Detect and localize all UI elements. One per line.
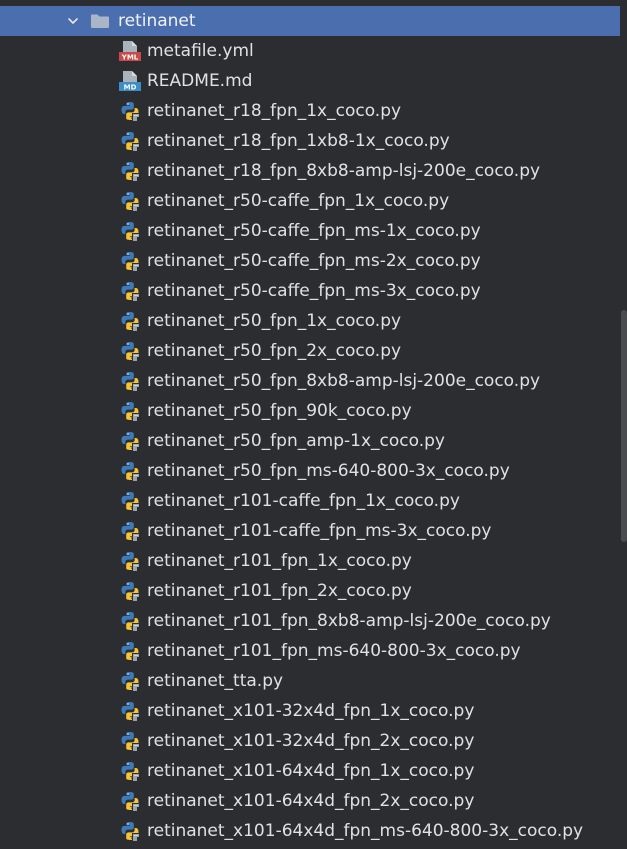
file-row[interactable]: retinanet_r50_fpn_1x_coco.py xyxy=(0,306,620,336)
python-file-icon xyxy=(119,220,141,242)
python-file-icon xyxy=(119,790,141,812)
python-file-icon xyxy=(119,340,141,362)
python-file-icon xyxy=(119,520,141,542)
file-label: retinanet_r101-caffe_fpn_1x_coco.py xyxy=(147,491,460,511)
file-label: retinanet_r50_fpn_ms-640-800-3x_coco.py xyxy=(147,461,510,481)
python-file-icon xyxy=(119,700,141,722)
folder-icon xyxy=(90,13,110,29)
file-row[interactable]: YML metafile.yml xyxy=(0,36,620,66)
python-file-icon xyxy=(119,580,141,602)
python-file-icon xyxy=(119,760,141,782)
python-file-icon xyxy=(119,370,141,392)
file-row[interactable]: retinanet_x101-64x4d_fpn_ms-640-800-3x_c… xyxy=(0,816,620,846)
file-label: retinanet_r18_fpn_1xb8-1x_coco.py xyxy=(147,131,450,151)
scrollbar-thumb[interactable] xyxy=(621,310,627,542)
svg-text:MD: MD xyxy=(124,84,137,92)
file-row[interactable]: retinanet_r101_fpn_1x_coco.py xyxy=(0,546,620,576)
python-file-icon xyxy=(119,610,141,632)
file-row[interactable]: retinanet_r50_fpn_8xb8-amp-lsj-200e_coco… xyxy=(0,366,620,396)
file-row[interactable]: retinanet_x101-32x4d_fpn_2x_coco.py xyxy=(0,726,620,756)
python-file-icon xyxy=(119,430,141,452)
file-label: metafile.yml xyxy=(147,41,254,61)
file-row[interactable]: retinanet_r50-caffe_fpn_ms-2x_coco.py xyxy=(0,246,620,276)
svg-text:YML: YML xyxy=(121,54,139,62)
file-label: retinanet_x101-64x4d_fpn_2x_coco.py xyxy=(147,791,475,811)
file-row[interactable]: retinanet_r18_fpn_1x_coco.py xyxy=(0,96,620,126)
file-row[interactable]: retinanet_tta.py xyxy=(0,666,620,696)
file-row[interactable]: retinanet_r50-caffe_fpn_ms-3x_coco.py xyxy=(0,276,620,306)
python-file-icon xyxy=(119,730,141,752)
python-file-icon xyxy=(119,640,141,662)
python-file-icon xyxy=(119,310,141,332)
markdown-file-icon: MD xyxy=(119,70,141,92)
file-row[interactable]: retinanet_r18_fpn_8xb8-amp-lsj-200e_coco… xyxy=(0,156,620,186)
file-row[interactable]: retinanet_r50_fpn_2x_coco.py xyxy=(0,336,620,366)
file-row[interactable]: retinanet_x101-64x4d_fpn_2x_coco.py xyxy=(0,786,620,816)
python-file-icon xyxy=(119,820,141,842)
file-row[interactable]: retinanet_r50_fpn_90k_coco.py xyxy=(0,396,620,426)
file-label: retinanet_x101-64x4d_fpn_ms-640-800-3x_c… xyxy=(147,821,584,841)
file-label: retinanet_x101-64x4d_fpn_1x_coco.py xyxy=(147,761,475,781)
file-label: retinanet_r101_fpn_ms-640-800-3x_coco.py xyxy=(147,641,521,661)
file-label: retinanet_x101-32x4d_fpn_2x_coco.py xyxy=(147,731,475,751)
file-label: retinanet_r50-caffe_fpn_ms-3x_coco.py xyxy=(147,281,481,301)
python-file-icon xyxy=(119,490,141,512)
file-row[interactable]: retinanet_r101_fpn_2x_coco.py xyxy=(0,576,620,606)
folder-row-retinanet[interactable]: retinanet xyxy=(0,6,620,36)
file-row[interactable]: retinanet_r50_fpn_amp-1x_coco.py xyxy=(0,426,620,456)
file-row[interactable]: retinanet_r101-caffe_fpn_1x_coco.py xyxy=(0,486,620,516)
file-label: retinanet_r50_fpn_90k_coco.py xyxy=(147,401,412,421)
file-row[interactable]: MD README.md xyxy=(0,66,620,96)
file-row[interactable]: retinanet_r101_fpn_ms-640-800-3x_coco.py xyxy=(0,636,620,666)
file-label: retinanet_r101-caffe_fpn_ms-3x_coco.py xyxy=(147,521,492,541)
file-label: retinanet_r50_fpn_amp-1x_coco.py xyxy=(147,431,445,451)
file-label: retinanet_r50_fpn_8xb8-amp-lsj-200e_coco… xyxy=(147,371,541,391)
file-label: retinanet_r50_fpn_2x_coco.py xyxy=(147,341,402,361)
file-label: retinanet_r101_fpn_2x_coco.py xyxy=(147,581,412,601)
file-row[interactable]: retinanet_r50-caffe_fpn_1x_coco.py xyxy=(0,186,620,216)
project-tree: retinanet YML metafile.yml MD README.md reti… xyxy=(0,0,627,849)
file-label: retinanet_r101_fpn_8xb8-amp-lsj-200e_coc… xyxy=(147,611,551,631)
python-file-icon xyxy=(119,460,141,482)
python-file-icon xyxy=(119,400,141,422)
file-label: README.md xyxy=(147,71,253,91)
folder-label: retinanet xyxy=(118,11,196,31)
file-row[interactable]: retinanet_r50-caffe_fpn_ms-1x_coco.py xyxy=(0,216,620,246)
python-file-icon xyxy=(119,130,141,152)
file-row[interactable]: retinanet_r18_fpn_1xb8-1x_coco.py xyxy=(0,126,620,156)
chevron-down-icon[interactable] xyxy=(66,14,80,28)
file-row[interactable]: retinanet_x101-32x4d_fpn_1x_coco.py xyxy=(0,696,620,726)
file-label: retinanet_r50-caffe_fpn_ms-2x_coco.py xyxy=(147,251,481,271)
python-file-icon xyxy=(119,190,141,212)
python-file-icon xyxy=(119,160,141,182)
yml-file-icon: YML xyxy=(119,40,141,62)
python-file-icon xyxy=(119,100,141,122)
file-label: retinanet_r50-caffe_fpn_ms-1x_coco.py xyxy=(147,221,481,241)
python-file-icon xyxy=(119,550,141,572)
file-label: retinanet_r50_fpn_1x_coco.py xyxy=(147,311,402,331)
python-file-icon xyxy=(119,250,141,272)
python-file-icon xyxy=(119,670,141,692)
file-label: retinanet_r18_fpn_8xb8-amp-lsj-200e_coco… xyxy=(147,161,541,181)
file-row[interactable]: retinanet_r101-caffe_fpn_ms-3x_coco.py xyxy=(0,516,620,546)
file-row[interactable]: retinanet_r101_fpn_8xb8-amp-lsj-200e_coc… xyxy=(0,606,620,636)
file-row[interactable]: retinanet_r50_fpn_ms-640-800-3x_coco.py xyxy=(0,456,620,486)
file-label: retinanet_tta.py xyxy=(147,671,284,691)
file-label: retinanet_x101-32x4d_fpn_1x_coco.py xyxy=(147,701,475,721)
file-label: retinanet_r101_fpn_1x_coco.py xyxy=(147,551,412,571)
file-label: retinanet_r18_fpn_1x_coco.py xyxy=(147,101,402,121)
python-file-icon xyxy=(119,280,141,302)
file-label: retinanet_r50-caffe_fpn_1x_coco.py xyxy=(147,191,450,211)
file-row[interactable]: retinanet_x101-64x4d_fpn_1x_coco.py xyxy=(0,756,620,786)
